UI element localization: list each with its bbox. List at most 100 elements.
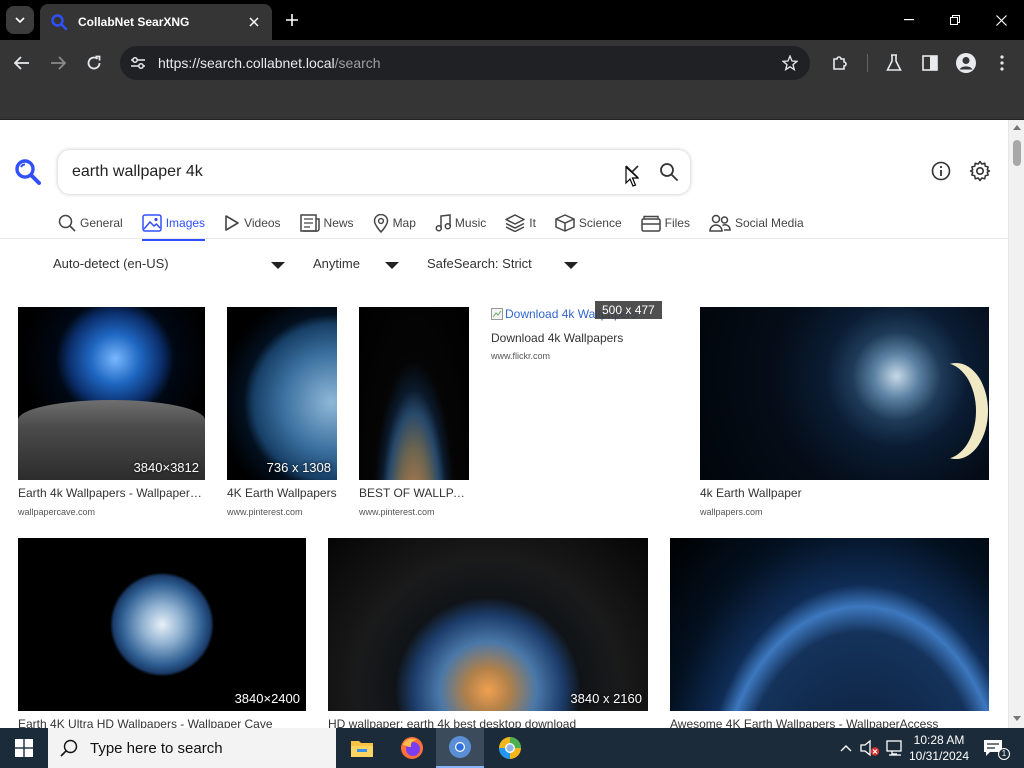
reload-icon [87,55,101,70]
files-icon [640,215,661,232]
category-tabs: General Images Videos News Map Music It [58,210,823,241]
result-url: wallpapers.com [700,507,763,517]
tab-images[interactable]: Images [141,210,206,241]
result-thumbnail[interactable] [359,307,469,480]
result-title[interactable]: Earth 4K Ultra HD Wallpapers - Wallpaper… [18,717,306,728]
tab-videos[interactable]: Videos [224,210,281,236]
scrollbar-thumb[interactable] [1013,140,1021,166]
network-button[interactable] [884,728,906,768]
new-tab-button[interactable] [280,8,304,32]
taskbar-clock[interactable]: 10:28 AM 10/31/2024 [906,732,972,764]
minimize-button[interactable] [886,0,932,40]
result-thumbnail[interactable]: 3840×3812 [18,307,205,480]
restore-button[interactable] [932,0,978,40]
tab-general[interactable]: General [58,210,123,236]
address-bar[interactable]: https://search.collabnet.local/search [120,46,810,80]
restore-icon [950,15,960,25]
about-button[interactable] [930,160,952,182]
chevron-down-icon [271,262,285,269]
chrome-button[interactable] [436,728,484,768]
result-title[interactable]: 4k Earth Wallpaper [700,486,989,500]
menu-button[interactable] [990,51,1014,75]
show-hidden-icons-button[interactable] [836,728,856,768]
image-resolution: 3840 x 2160 [570,691,642,706]
reload-button[interactable] [80,49,108,77]
result-thumbnail[interactable]: 3840×2400 [18,538,306,711]
tab-label: Music [454,216,487,230]
image-resolution: 500 x 477 [595,301,662,319]
tab-close-button[interactable] [246,14,262,30]
tab-title: CollabNet SearXNG [78,15,190,29]
image-icon [141,214,162,232]
mouse-cursor-icon [625,166,639,187]
result-title[interactable]: Download 4k Wallpapers [491,331,681,345]
taskbar-search-placeholder: Type here to search [90,739,223,757]
tab-files[interactable]: Files [640,210,690,236]
searxng-logo-icon[interactable] [14,158,42,186]
site-info-button[interactable] [128,53,148,73]
safesearch-select[interactable]: SafeSearch: Strict [427,256,583,276]
tab-label: News [323,216,354,230]
result-thumbnail[interactable] [670,538,989,711]
notifications-button[interactable]: 1 [978,728,1010,768]
result-url: wallpapercave.com [18,507,96,517]
scroll-down-icon[interactable] [1013,716,1021,721]
chrome-icon [449,736,471,758]
tab-label: Videos [244,216,281,230]
result-title[interactable]: 4K Earth Wallpapers [227,486,337,500]
volume-button[interactable] [858,728,882,768]
tab-it[interactable]: It [505,210,536,236]
bookmark-button[interactable] [780,53,800,73]
page-scrollbar[interactable] [1008,120,1024,728]
result-thumbnail[interactable] [700,307,989,480]
tab-map[interactable]: Map [373,210,416,236]
language-select[interactable]: Auto-detect (en-US) [53,256,293,276]
plus-icon [286,14,298,26]
time-range-select-value: Anytime [313,256,360,271]
result-thumbnail[interactable]: 3840 x 2160 [328,538,648,711]
extensions-button[interactable] [828,51,852,75]
taskbar-search-box[interactable]: Type here to search [48,728,336,768]
windows-taskbar: Type here to search 10:28 AM 10/31/2024 … [0,728,1024,768]
chrome-canary-icon [499,737,521,759]
bookmarks-bar [0,86,1024,120]
file-explorer-button[interactable] [338,728,386,768]
result-title[interactable]: HD wallpaper: earth 4k best desktop down… [328,717,648,728]
search-input[interactable] [72,160,592,184]
tab-news[interactable]: News [299,210,354,236]
time-range-select[interactable]: Anytime [313,256,403,276]
preferences-button[interactable] [968,159,992,183]
more-vertical-icon [1000,55,1004,71]
scroll-up-icon[interactable] [1013,125,1021,130]
start-button[interactable] [0,728,48,768]
tab-social-media[interactable]: Social Media [709,210,804,236]
image-result[interactable]: Download 4k Wallpapers 500 x 477 Downloa… [491,301,681,367]
chevron-down-icon [385,262,399,269]
tab-search-button[interactable] [6,6,34,34]
tab-science[interactable]: Science [555,210,622,236]
minimize-icon [904,19,914,21]
side-panel-button[interactable] [918,51,942,75]
back-button[interactable] [8,49,36,77]
result-title[interactable]: Earth 4k Wallpapers - Wallpaper Cave [18,486,205,500]
close-window-button[interactable] [978,0,1024,40]
tab-music[interactable]: Music [435,210,486,236]
result-title[interactable]: Awesome 4K Earth Wallpapers - WallpaperA… [670,717,989,728]
newspaper-icon [299,214,320,232]
browser-toolbar: https://search.collabnet.local/search [0,40,1024,86]
chrome-beta-button[interactable] [486,728,534,768]
image-resolution: 736 x 1308 [266,460,331,475]
profile-button[interactable] [954,51,978,75]
firefox-icon [401,737,423,759]
result-title[interactable]: BEST OF WALLPAPERS [359,486,469,500]
close-icon [249,17,259,27]
forward-button[interactable] [44,49,72,77]
url-path: /search [334,55,381,71]
firefox-button[interactable] [388,728,436,768]
notification-count-badge: 1 [998,748,1010,760]
language-select-value: Auto-detect (en-US) [53,256,169,271]
browser-tab[interactable]: CollabNet SearXNG [40,4,272,40]
labs-button[interactable] [882,51,906,75]
search-submit-button[interactable] [658,161,680,183]
result-thumbnail[interactable]: 736 x 1308 [227,307,337,480]
